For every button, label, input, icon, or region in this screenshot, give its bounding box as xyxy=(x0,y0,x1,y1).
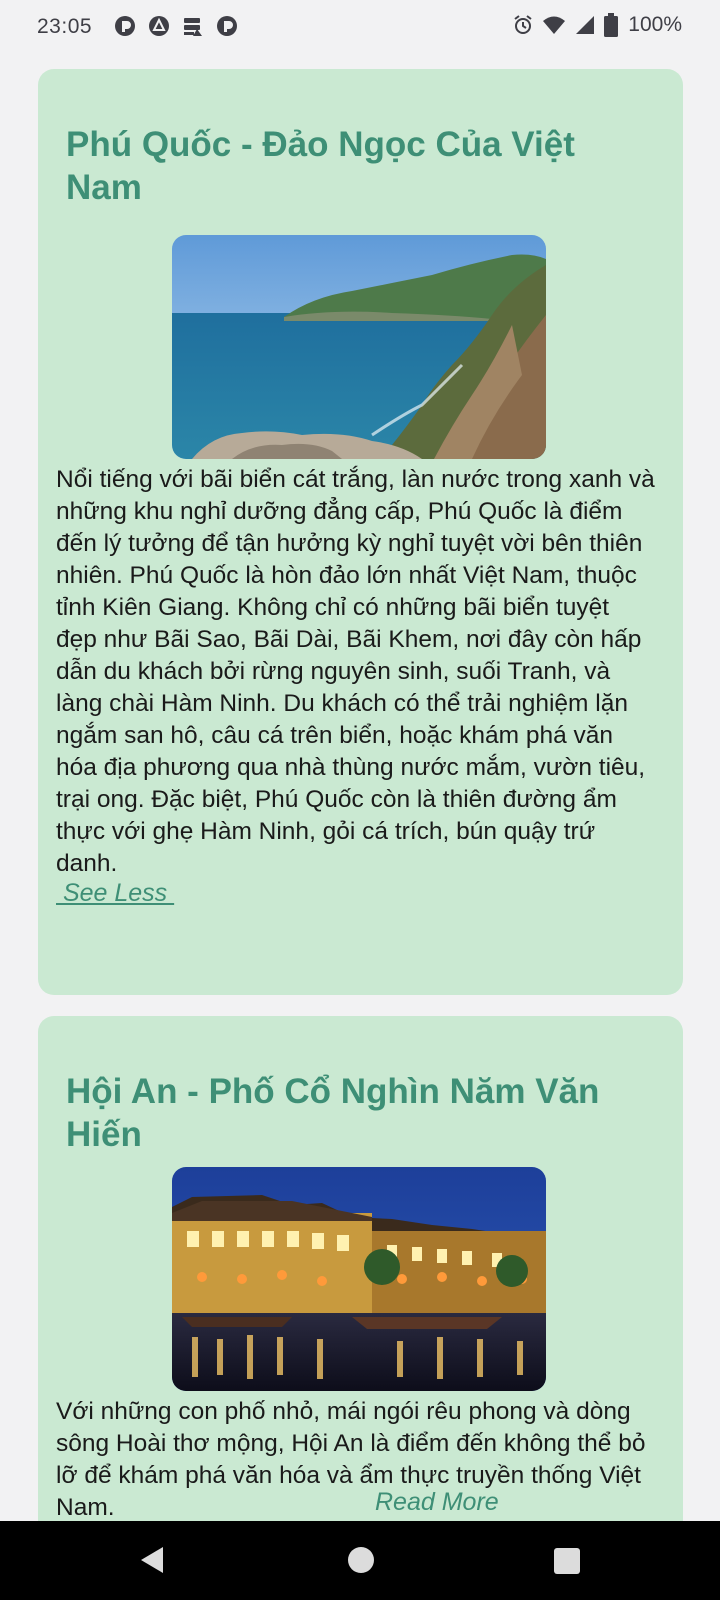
content-scroll-area[interactable]: Phú Quốc - Đảo Ngọc Của Việt Nam Nổi tiế… xyxy=(0,54,720,1521)
wifi-icon xyxy=(542,14,566,36)
alarm-icon xyxy=(512,14,534,36)
battery-icon xyxy=(604,13,619,37)
card-title: Phú Quốc - Đảo Ngọc Của Việt Nam xyxy=(66,125,575,207)
drive-icon xyxy=(148,15,170,37)
pocket-icon xyxy=(114,15,136,37)
card-title: Hội An - Phố Cổ Nghìn Năm Văn Hiến xyxy=(66,1072,600,1154)
system-status: 100% xyxy=(512,13,682,37)
back-button[interactable] xyxy=(137,1545,167,1580)
notification-icons xyxy=(114,15,238,37)
status-bar: 23:05 100% xyxy=(0,0,720,54)
destination-card: Phú Quốc - Đảo Ngọc Của Việt Nam Nổi tiế… xyxy=(38,69,683,995)
read-more-link[interactable]: Read More xyxy=(375,1488,499,1517)
old-town-night-image xyxy=(172,1167,546,1391)
home-button[interactable] xyxy=(347,1546,375,1579)
pocket-icon xyxy=(216,15,238,37)
see-less-link[interactable]: See Less xyxy=(56,879,174,908)
battery-percentage: 100% xyxy=(628,13,682,36)
signal-icon xyxy=(574,14,596,36)
card-description: Với những con phố nhỏ, mái ngói rêu phon… xyxy=(56,1398,646,1521)
storage-icon xyxy=(182,15,204,37)
destination-card: Hội An - Phố Cổ Nghìn Năm Văn Hiến Với n… xyxy=(38,1016,683,1521)
recents-button[interactable] xyxy=(553,1547,581,1580)
status-time: 23:05 xyxy=(37,15,93,38)
navigation-bar xyxy=(0,1521,720,1600)
coastline-cliffs-image xyxy=(172,235,546,459)
card-description: Nổi tiếng với bãi biển cát trắng, làn nư… xyxy=(56,466,655,877)
